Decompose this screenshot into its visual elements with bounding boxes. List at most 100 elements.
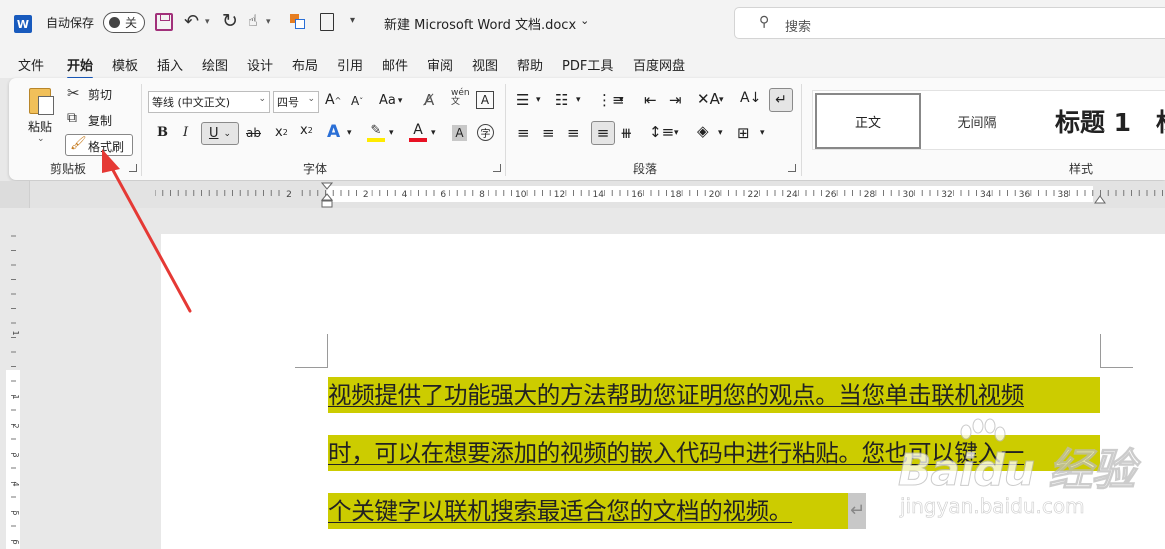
redo-icon[interactable]: ↻ <box>222 10 238 32</box>
chevron-down-icon[interactable]: ▾ <box>431 128 436 138</box>
ruler-label: 4 <box>402 190 408 200</box>
styles-group-label: 样式 <box>1069 162 1094 176</box>
tab-help[interactable]: 帮助 <box>517 55 543 74</box>
numbering-icon[interactable]: ☷ <box>555 91 568 109</box>
customize-toolbar-icon[interactable]: ▾ <box>350 15 355 26</box>
paste-dropdown-icon[interactable]: ⌄ <box>37 134 45 144</box>
chevron-down-icon[interactable]: ▾ <box>719 95 724 105</box>
subscript-button[interactable]: x2 <box>275 125 288 140</box>
show-marks-icon[interactable]: ↵ <box>769 88 793 112</box>
style-normal[interactable]: 正文 <box>815 93 921 149</box>
undo-dropdown-icon[interactable]: ▾ <box>205 17 210 27</box>
shading-icon[interactable]: ◈ <box>697 122 709 140</box>
shrink-font-button[interactable]: Aˇ <box>351 94 363 108</box>
highlight-color-button[interactable]: ✎ <box>367 122 385 142</box>
align-left-icon[interactable]: ≡ <box>517 124 530 142</box>
ruler-label: 5 <box>11 510 20 515</box>
paragraph-launcher-icon[interactable] <box>788 164 796 172</box>
chevron-down-icon[interactable]: ▾ <box>674 128 679 138</box>
watermark: Baidu 经验 jingyan.baidu.com <box>897 418 1158 530</box>
layout-icon[interactable] <box>290 14 306 30</box>
tab-view[interactable]: 视图 <box>472 55 498 74</box>
style-heading-1[interactable]: 标题 1 <box>1033 93 1153 149</box>
chevron-down-icon[interactable]: ▾ <box>536 95 541 105</box>
clear-formatting-icon[interactable]: A̸ <box>424 91 434 109</box>
ruler-ticks: 2 2 4 6 8 10 12 14 16 18 20 22 24 26 28 30 32 34 36 38 <box>155 187 1163 200</box>
style-heading-2[interactable]: 标 <box>1156 93 1165 149</box>
align-right-icon[interactable]: ≡ <box>567 124 580 142</box>
paste-icon[interactable] <box>29 88 54 115</box>
chevron-down-icon[interactable]: ▾ <box>389 128 394 138</box>
change-case-button[interactable]: Aa ▾ <box>379 93 402 108</box>
tab-templates[interactable]: 模板 <box>112 55 138 74</box>
font-color-button[interactable]: A <box>409 121 427 143</box>
chevron-down-icon[interactable]: ▾ <box>347 128 352 138</box>
phonetic-guide-icon[interactable]: wén 文 <box>451 89 470 107</box>
justify-icon[interactable]: ≡ <box>591 121 615 145</box>
strikethrough-button[interactable]: ab <box>246 126 261 140</box>
underline-button[interactable]: U ⌄ <box>201 122 239 145</box>
chevron-down-icon[interactable]: ▾ <box>576 95 581 105</box>
font-launcher-icon[interactable] <box>493 164 501 172</box>
ruler-corner <box>0 181 30 208</box>
distributed-icon[interactable]: ⧻ <box>620 124 633 142</box>
indent-marker[interactable] <box>320 182 334 208</box>
copy-button[interactable]: 复制 <box>88 112 112 129</box>
cut-button[interactable]: 剪切 <box>88 86 112 103</box>
tab-file[interactable]: 文件 <box>18 55 44 74</box>
decrease-indent-icon[interactable]: ⇤ <box>644 91 657 109</box>
cut-icon[interactable]: ✂ <box>67 84 80 102</box>
font-size-select[interactable]: 四号 ⌄ <box>273 91 319 113</box>
tab-insert[interactable]: 插入 <box>157 55 183 74</box>
tab-design[interactable]: 设计 <box>247 55 273 74</box>
asian-layout-icon[interactable]: ✕A <box>697 90 720 108</box>
borders-icon[interactable]: ⊞ <box>737 124 750 142</box>
line-spacing-icon[interactable]: ↕≡ <box>649 123 674 141</box>
touch-mode-icon[interactable]: ☝ <box>248 11 258 30</box>
chevron-down-icon: ⌄ <box>258 94 266 104</box>
enclose-characters-icon[interactable]: 字 <box>477 124 494 141</box>
tab-review[interactable]: 审阅 <box>427 55 453 74</box>
autosave-toggle[interactable]: 关 <box>103 12 145 33</box>
italic-button[interactable]: I <box>183 125 188 140</box>
tab-pdf-tools[interactable]: PDF工具 <box>562 55 613 74</box>
bullets-icon[interactable]: ☰ <box>516 91 529 109</box>
tab-home[interactable]: 开始 <box>67 55 94 80</box>
chevron-down-icon[interactable]: ▾ <box>619 95 624 105</box>
font-name-select[interactable]: 等线 (中文正文) ⌄ <box>148 91 270 113</box>
text-effects-icon[interactable]: A <box>327 122 340 142</box>
increase-indent-icon[interactable]: ⇥ <box>669 91 682 109</box>
tab-baidu-netdisk[interactable]: 百度网盘 <box>633 55 685 74</box>
new-document-icon[interactable] <box>320 13 334 31</box>
ruler-label: 6 <box>440 190 446 200</box>
bold-button[interactable]: B <box>157 125 168 140</box>
tab-references[interactable]: 引用 <box>337 55 363 74</box>
font-color-icon: A <box>413 121 423 138</box>
ruler-label: 36 <box>1019 190 1031 200</box>
style-no-spacing[interactable]: 无间隔 <box>925 93 1029 149</box>
sort-icon[interactable]: A↓ <box>740 90 761 106</box>
text-line-content: 视频提供了功能强大的方法帮助您证明您的观点。当您单击联机视频 <box>328 381 1024 409</box>
enclose-char-icon[interactable]: A <box>476 91 494 109</box>
ruler-label: 24 <box>786 190 798 200</box>
copy-icon[interactable]: ⧉ <box>67 110 77 126</box>
word-app-icon: W <box>14 15 32 33</box>
tab-layout[interactable]: 布局 <box>292 55 318 74</box>
search-input[interactable]: ⚲ 搜索 <box>734 7 1165 39</box>
chevron-down-icon[interactable]: ▾ <box>760 128 765 138</box>
tab-draw[interactable]: 绘图 <box>202 55 228 74</box>
paste-button-label[interactable]: 粘贴 <box>28 118 52 135</box>
right-indent-marker[interactable] <box>1094 194 1106 204</box>
save-icon[interactable] <box>155 13 173 31</box>
touch-dropdown-icon[interactable]: ▾ <box>266 17 271 27</box>
superscript-button[interactable]: x2 <box>300 123 313 138</box>
font-group-label: 字体 <box>303 162 328 176</box>
align-center-icon[interactable]: ≡ <box>542 124 555 142</box>
tab-mailings[interactable]: 邮件 <box>382 55 408 74</box>
grow-font-button[interactable]: A ^ <box>325 92 341 108</box>
undo-icon[interactable]: ↶ <box>184 11 199 32</box>
char-shading-button[interactable]: A <box>452 125 467 141</box>
change-case-icon: Aa <box>379 93 396 108</box>
document-title[interactable]: 新建 Microsoft Word 文档.docx ⌄ <box>384 14 589 33</box>
chevron-down-icon[interactable]: ▾ <box>718 128 723 138</box>
